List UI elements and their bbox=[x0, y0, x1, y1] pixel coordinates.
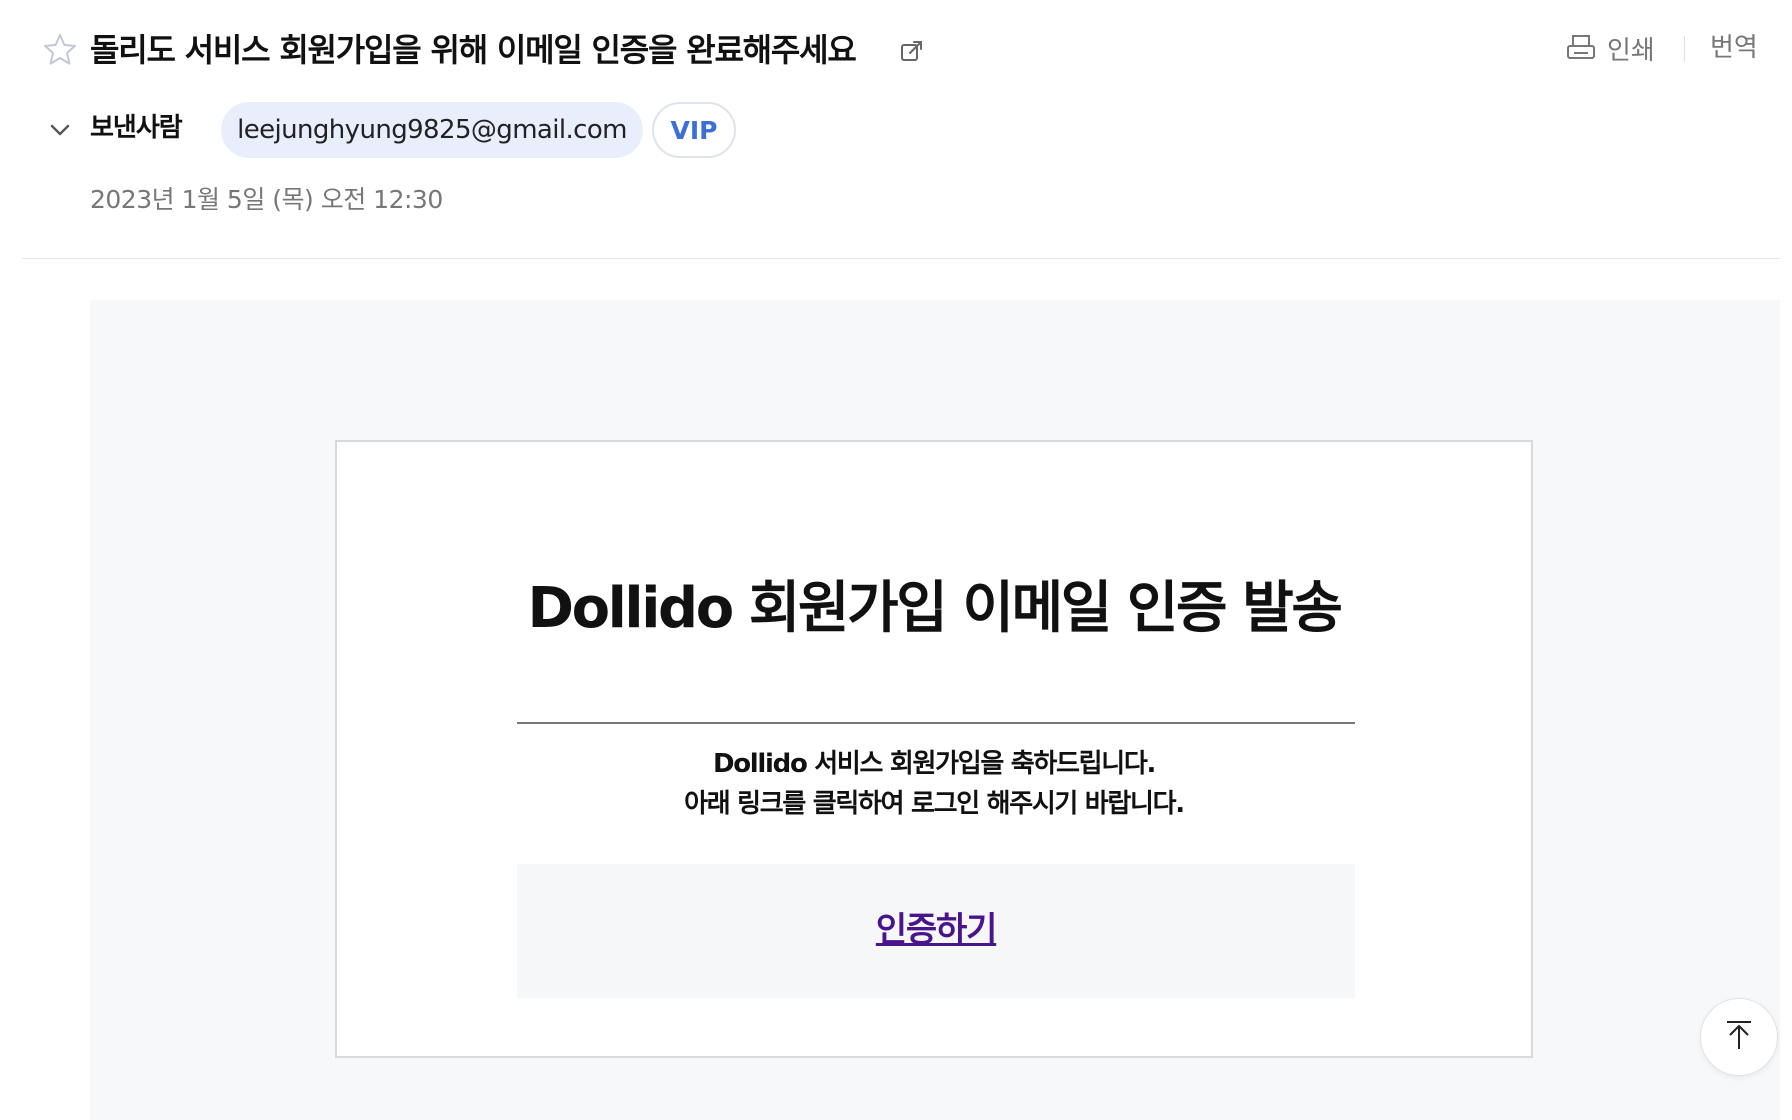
open-in-new-window-icon[interactable] bbox=[898, 37, 926, 65]
message-line-2: 아래 링크를 클릭하여 로그인 해주시기 바랍니다. bbox=[684, 789, 1185, 819]
arrow-to-top-icon bbox=[1721, 1017, 1757, 1057]
vip-button[interactable]: VIP bbox=[652, 102, 736, 158]
scroll-to-top-button[interactable] bbox=[1700, 998, 1778, 1076]
sender-label: 보낸사람 bbox=[90, 113, 183, 143]
message-divider bbox=[517, 722, 1355, 724]
message-line-1: Dollido 서비스 회원가입을 축하드립니다. bbox=[712, 749, 1156, 779]
printer-icon bbox=[1565, 32, 1597, 64]
message-title: Dollido 회원가입 이메일 인증 발송 bbox=[527, 576, 1342, 641]
translate-button[interactable]: 번역 bbox=[1710, 28, 1758, 68]
message-card: Dollido 회원가입 이메일 인증 발송 Dollido 서비스 회원가입을… bbox=[335, 440, 1533, 1058]
sent-date: 2023년 1월 5일 (목) 오전 12:30 bbox=[90, 185, 443, 214]
print-label: 인쇄 bbox=[1607, 35, 1655, 66]
mail-subject: 돌리도 서비스 회원가입을 위해 이메일 인증을 완료해주세요 bbox=[90, 31, 857, 69]
header-divider bbox=[22, 258, 1780, 259]
mail-view: 돌리도 서비스 회원가입을 위해 이메일 인증을 완료해주세요 인쇄 번역 보낸… bbox=[0, 0, 1792, 1120]
sender-email-chip[interactable]: leejunghyung9825@gmail.com bbox=[221, 102, 643, 158]
chevron-down-icon[interactable] bbox=[48, 118, 72, 142]
verify-link-box: 인증하기 bbox=[517, 864, 1355, 998]
verify-link[interactable]: 인증하기 bbox=[517, 906, 1355, 954]
toolbar-divider bbox=[1684, 36, 1685, 62]
star-icon[interactable] bbox=[42, 32, 78, 68]
print-button[interactable]: 인쇄 bbox=[1565, 28, 1655, 68]
